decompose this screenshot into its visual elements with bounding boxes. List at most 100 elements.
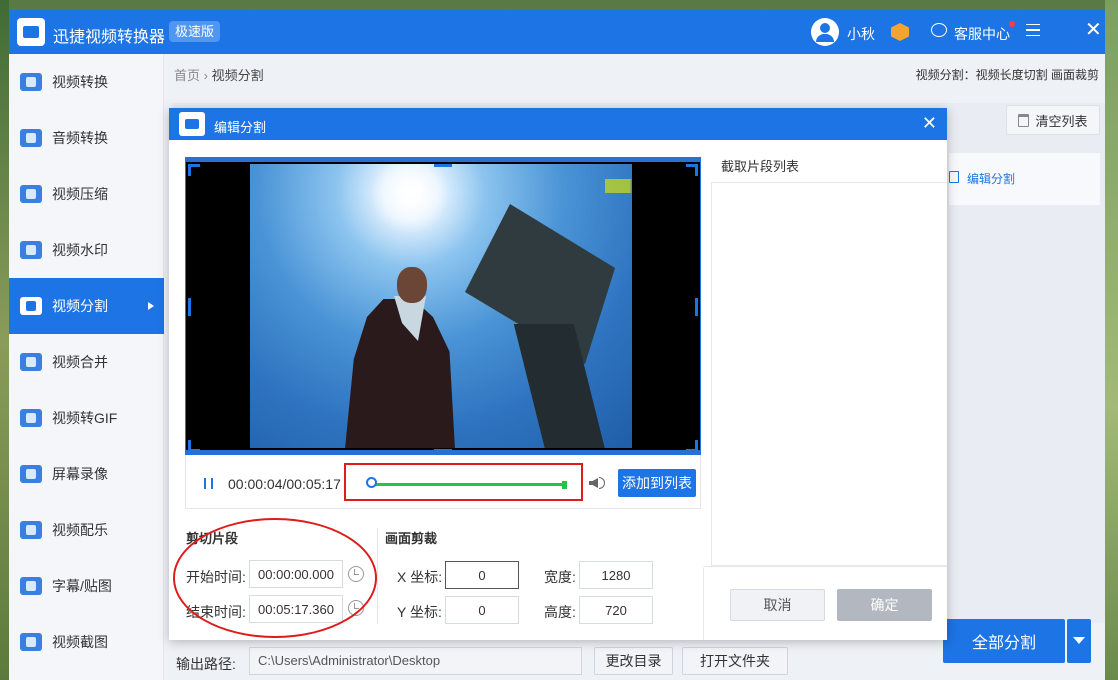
y-coordinate-input[interactable]: 0 <box>445 596 519 624</box>
sidebar-item-label: 字幕/贴图 <box>52 578 112 594</box>
video-convert-icon <box>20 73 42 91</box>
output-path-label: 输出路径: <box>176 656 236 672</box>
music-icon <box>20 521 42 539</box>
x-coordinate-input[interactable]: 0 <box>445 561 519 589</box>
height-label: 高度: <box>544 604 576 620</box>
x-coordinate-label: X 坐标: <box>397 569 443 585</box>
video-merge-icon <box>20 353 42 371</box>
sidebar-item-video-split[interactable]: 视频分割 <box>9 278 164 334</box>
notification-dot <box>1009 21 1015 27</box>
split-all-button[interactable]: 全部分割 <box>943 619 1065 663</box>
output-path-field[interactable]: C:\Users\Administrator\Desktop <box>249 647 582 675</box>
sidebar-item-label: 视频分割 <box>52 298 108 314</box>
width-input[interactable]: 1280 <box>579 561 653 589</box>
section-divider <box>377 528 378 624</box>
sidebar-item-label: 视频压缩 <box>52 186 108 202</box>
clear-list-button[interactable]: 清空列表 <box>1006 105 1100 135</box>
crop-handle-top-left[interactable] <box>188 164 200 176</box>
breadcrumb-home[interactable]: 首页 <box>174 68 200 83</box>
crop-handle-top[interactable] <box>434 164 452 167</box>
height-input[interactable]: 720 <box>579 596 653 624</box>
edition-badge: 极速版 <box>169 21 221 42</box>
user-name[interactable]: 小秋 <box>847 24 875 44</box>
video-watermark-icon <box>20 241 42 259</box>
video-figure <box>345 299 455 448</box>
add-to-list-button[interactable]: 添加到列表 <box>618 469 696 497</box>
pause-icon[interactable] <box>204 478 213 489</box>
sidebar-item-video-music[interactable]: 视频配乐 <box>9 502 164 558</box>
feature-description: 视频分割：视频长度切割 画面裁剪 <box>915 68 1099 82</box>
player-bottom-border <box>186 450 700 454</box>
letterbox-right <box>632 164 700 448</box>
video-player[interactable] <box>185 157 701 455</box>
breadcrumb-separator: › <box>203 68 208 83</box>
sidebar-item-label: 音频转换 <box>52 130 108 146</box>
sidebar-item-video-watermark[interactable]: 视频水印 <box>9 222 164 278</box>
sidebar-item-label: 视频截图 <box>52 634 108 650</box>
trim-start-handle[interactable] <box>366 477 377 488</box>
crop-handle-top-right[interactable] <box>686 164 698 176</box>
sidebar-item-video-convert[interactable]: 视频转换 <box>9 54 164 110</box>
app-logo-icon <box>17 18 45 46</box>
sidebar-item-video-merge[interactable]: 视频合并 <box>9 334 164 390</box>
vip-icon[interactable] <box>891 23 909 41</box>
chat-icon[interactable] <box>931 23 947 37</box>
video-object <box>513 324 607 448</box>
trim-end-handle[interactable] <box>562 481 567 489</box>
sidebar: 视频转换 音频转换 视频压缩 视频水印 视频分割 视频合并 视频转GIF 屏幕录… <box>9 54 164 680</box>
dialog-title: 编辑分割 <box>214 120 267 135</box>
crop-handle-right[interactable] <box>695 298 698 316</box>
edit-icon[interactable] <box>949 171 959 183</box>
breadcrumb: 首页 › 视频分割 <box>174 65 264 84</box>
volume-wave-icon <box>599 477 605 489</box>
breadcrumb-current: 视频分割 <box>211 68 264 83</box>
trim-range-bar[interactable] <box>370 483 566 486</box>
annotation-circle <box>173 518 377 638</box>
segment-list[interactable] <box>711 182 947 566</box>
video-watermark <box>605 179 632 193</box>
user-avatar-icon[interactable] <box>811 18 839 46</box>
change-directory-button[interactable]: 更改目录 <box>594 647 673 675</box>
sidebar-item-label: 视频合并 <box>52 354 108 370</box>
crop-handle-left[interactable] <box>188 298 191 316</box>
cancel-button[interactable]: 取消 <box>730 589 825 621</box>
y-coordinate-label: Y 坐标: <box>397 604 442 620</box>
trash-icon <box>1018 113 1030 127</box>
edit-split-link[interactable]: 编辑分割 <box>967 170 1015 187</box>
dialog-close-icon[interactable]: ✕ <box>922 114 937 132</box>
divider <box>703 566 947 567</box>
volume-icon[interactable] <box>589 478 598 488</box>
playback-time: 00:00:04/00:05:17 <box>228 476 341 492</box>
menu-icon[interactable] <box>1026 24 1040 36</box>
video-frame <box>250 164 632 448</box>
dialog-header: 编辑分割 ✕ <box>169 108 947 140</box>
desktop-background-left <box>0 0 9 680</box>
clear-list-label: 清空列表 <box>1035 113 1088 129</box>
sidebar-item-screen-record[interactable]: 屏幕录像 <box>9 446 164 502</box>
sidebar-item-video-to-gif[interactable]: 视频转GIF <box>9 390 164 446</box>
sidebar-item-audio-convert[interactable]: 音频转换 <box>9 110 164 166</box>
video-split-icon <box>20 297 42 315</box>
window-close-icon[interactable]: ✕ <box>1085 20 1102 40</box>
chevron-down-icon[interactable] <box>1067 619 1091 663</box>
sidebar-item-label: 视频水印 <box>52 242 108 258</box>
sidebar-item-video-screenshot[interactable]: 视频截图 <box>9 614 164 670</box>
gif-icon <box>20 409 42 427</box>
sidebar-item-video-compress[interactable]: 视频压缩 <box>9 166 164 222</box>
trim-slider-highlight <box>344 463 583 501</box>
screen-record-icon <box>20 465 42 483</box>
letterbox-left <box>186 164 250 448</box>
video-sun <box>370 164 450 234</box>
screenshot-icon <box>20 633 42 651</box>
confirm-button[interactable]: 确定 <box>837 589 932 621</box>
segment-list-title: 截取片段列表 <box>721 159 800 174</box>
open-folder-button[interactable]: 打开文件夹 <box>682 647 788 675</box>
player-top-border <box>186 158 700 162</box>
customer-service-link[interactable]: 客服中心 <box>954 24 1010 44</box>
divider <box>703 568 704 640</box>
sidebar-item-label: 视频转换 <box>52 74 108 90</box>
sidebar-item-subtitle-sticker[interactable]: 字幕/贴图 <box>9 558 164 614</box>
title-bar: 迅捷视频转换器 极速版 小秋 客服中心 ✕ <box>9 10 1105 54</box>
player-controls: 00:00:04/00:05:17 添加到列表 <box>185 455 701 509</box>
video-figure <box>397 267 427 303</box>
